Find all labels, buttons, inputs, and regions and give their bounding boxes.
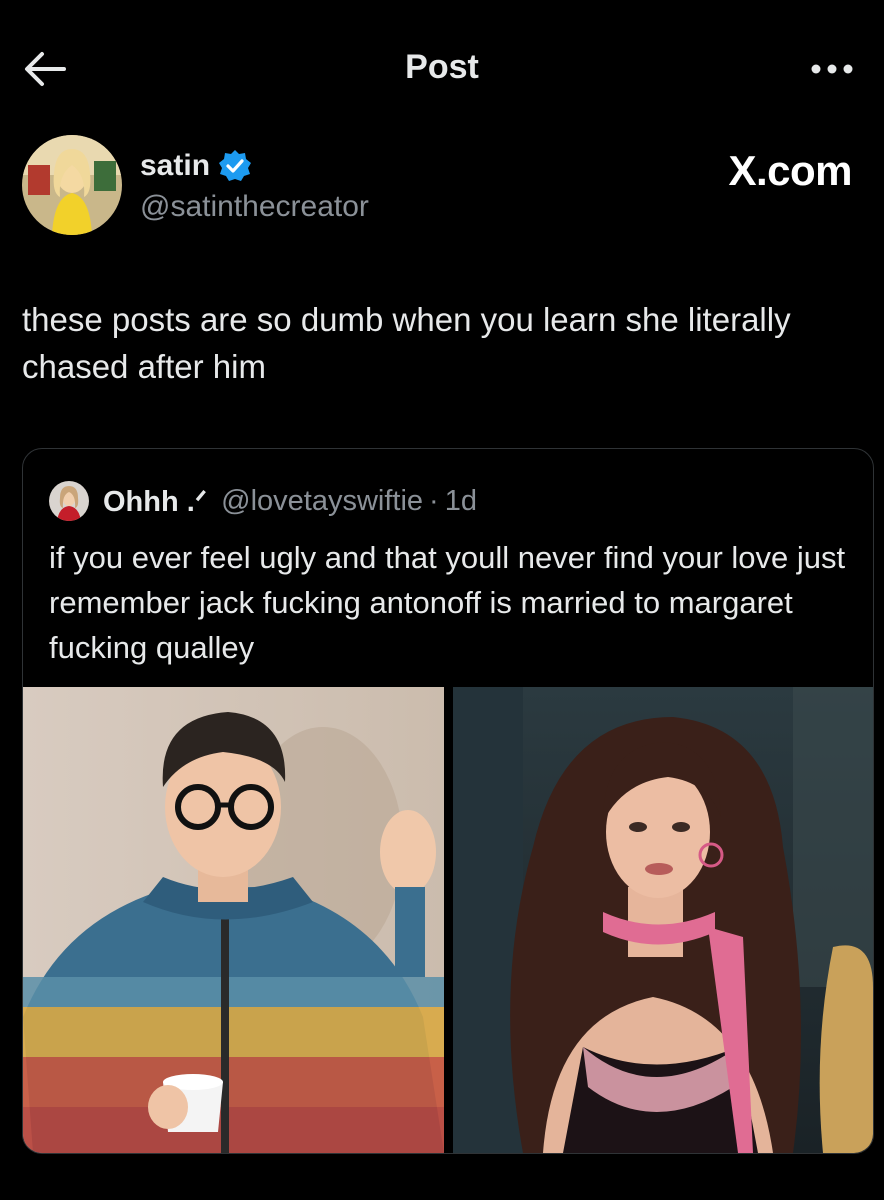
author-handle[interactable]: @satinthecreator (140, 190, 369, 224)
author-name-row: satin (140, 149, 252, 183)
top-bar: Post (0, 0, 884, 140)
quoted-post-card[interactable]: Ohhh .ᐟ @lovetayswiftie · 1d if you ever… (22, 448, 874, 1154)
meta-separator: · (429, 484, 439, 517)
quoted-timestamp[interactable]: 1d (445, 485, 477, 518)
x-watermark: X.com (728, 147, 852, 194)
more-options-button[interactable] (808, 54, 856, 84)
media-divider (444, 687, 453, 1153)
post-text: these posts are so dumb when you learn s… (22, 301, 791, 385)
photo-woman-pink-scarf (453, 687, 873, 1153)
photo-man-glasses-jacket (23, 687, 444, 1153)
page-title: Post (405, 48, 479, 86)
media-photo-2[interactable] (453, 687, 873, 1153)
quoted-post-text: if you ever feel ugly and that youll nev… (49, 540, 846, 665)
quoted-post-header: Ohhh .ᐟ @lovetayswiftie · 1d (49, 481, 477, 521)
quoted-author-name[interactable]: Ohhh .ᐟ (103, 484, 207, 519)
quoted-media-grid (23, 687, 873, 1153)
more-horizontal-icon (811, 64, 853, 74)
verified-badge-icon (219, 150, 252, 181)
author-name[interactable]: satin (140, 149, 210, 183)
quoted-avatar[interactable] (49, 481, 89, 521)
avatar[interactable] (22, 135, 122, 235)
media-photo-1[interactable] (23, 687, 444, 1153)
quoted-author-handle[interactable]: @lovetayswiftie (221, 485, 423, 518)
post-author: satin @satinthecreator X.com (22, 135, 862, 245)
